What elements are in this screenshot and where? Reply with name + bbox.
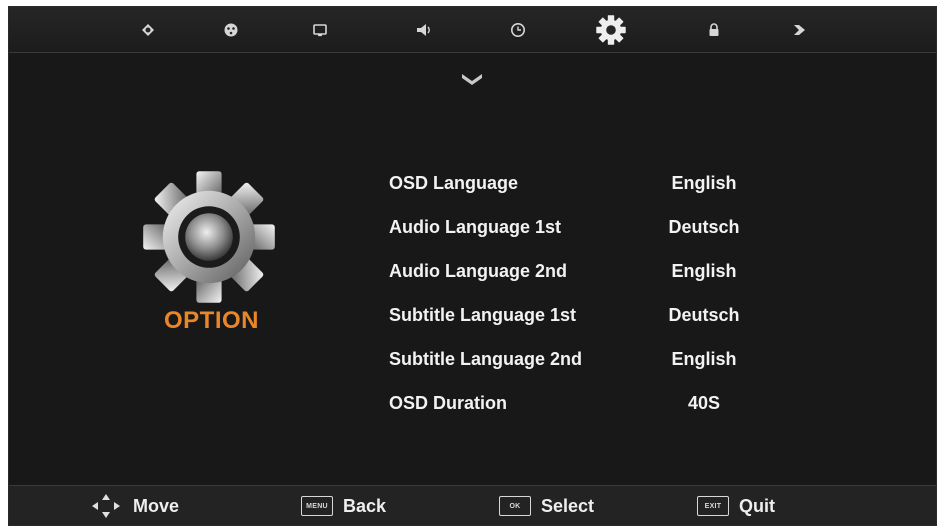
menu-item-value: 40S (687, 393, 721, 413)
menu-key-icon: MENU (301, 496, 333, 516)
exit-key-icon: EXIT (697, 496, 729, 516)
menu-item-label: OSD Duration (389, 393, 508, 413)
hint-back: MENU Back (301, 486, 386, 526)
lock-icon (709, 23, 719, 36)
palette-icon (224, 23, 238, 37)
tab-sound-mode[interactable] (214, 13, 248, 47)
tab-lock[interactable] (697, 13, 731, 47)
tv-osd-screen: OPTION OSD Language English Audio Langua… (8, 6, 937, 526)
menu-row-osd-language[interactable]: OSD Language English (389, 167, 809, 211)
tab-sound[interactable] (407, 13, 441, 47)
scroll-indicator (457, 67, 487, 91)
screen-icon (313, 24, 327, 37)
option-menu: OSD Language English Audio Language 1st … (389, 167, 809, 431)
tab-input[interactable] (782, 13, 816, 47)
menu-item-label: Audio Language 1st (389, 217, 562, 237)
menu-item-value: English (671, 261, 737, 281)
tab-option[interactable] (594, 13, 628, 47)
hint-back-label: Back (343, 495, 387, 516)
menu-item-value: Deutsch (668, 305, 740, 325)
hint-move-label: Move (133, 495, 180, 516)
hint-move: Move (89, 486, 179, 526)
arrows-icon (92, 494, 120, 518)
tab-picture[interactable] (131, 13, 165, 47)
menu-row-audio-language-2nd[interactable]: Audio Language 2nd English (389, 255, 809, 299)
input-icon (794, 25, 805, 35)
menu-item-label: OSD Language (389, 173, 519, 193)
hint-select: OK Select (499, 486, 594, 526)
menu-item-value: Deutsch (668, 217, 740, 237)
tab-channel[interactable] (303, 13, 337, 47)
speaker-icon (417, 24, 430, 36)
chevron-down-icon (462, 74, 482, 85)
menu-row-subtitle-language-1st[interactable]: Subtitle Language 1st Deutsch (389, 299, 809, 343)
hint-quit-label: Quit (739, 495, 775, 516)
ok-key-icon: OK (499, 496, 531, 516)
menu-tab-bar (9, 7, 936, 53)
menu-item-label: Subtitle Language 1st (389, 305, 577, 325)
key-hint-bar: Move MENU Back OK Select EXIT Quit (9, 485, 936, 525)
picture-icon (142, 24, 154, 36)
option-gear-icon (143, 171, 275, 303)
gear-icon (596, 15, 626, 45)
page-title: OPTION (163, 307, 259, 334)
menu-row-subtitle-language-2nd[interactable]: Subtitle Language 2nd English (389, 343, 809, 387)
menu-item-label: Subtitle Language 2nd (389, 349, 583, 369)
hint-select-label: Select (541, 495, 595, 516)
tab-time[interactable] (501, 13, 535, 47)
menu-item-value: English (671, 173, 737, 193)
menu-row-osd-duration[interactable]: OSD Duration 40S (389, 387, 809, 431)
menu-item-value: English (671, 349, 737, 369)
clock-icon (511, 23, 525, 37)
menu-row-audio-language-1st[interactable]: Audio Language 1st Deutsch (389, 211, 809, 255)
menu-item-label: Audio Language 2nd (389, 261, 567, 281)
hint-quit: EXIT Quit (697, 486, 775, 526)
